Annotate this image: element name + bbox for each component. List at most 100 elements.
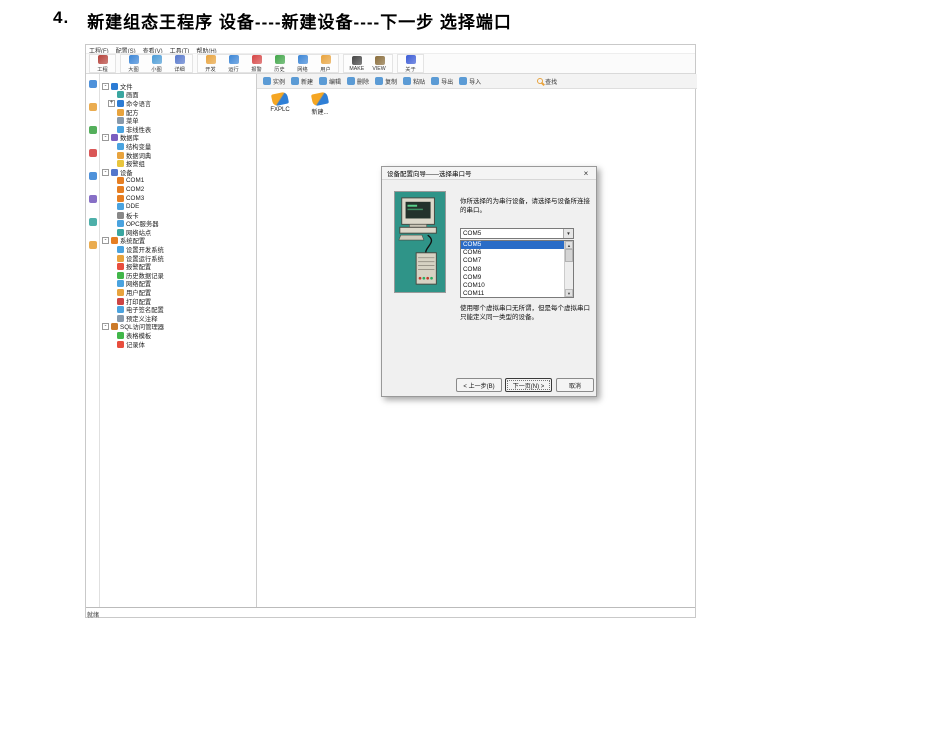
- tree-item[interactable]: -设备: [100, 168, 256, 177]
- history-button[interactable]: 历史: [269, 55, 290, 73]
- tree-item[interactable]: 板卡: [100, 211, 256, 220]
- tree-item[interactable]: 配方: [100, 108, 256, 117]
- back-button[interactable]: < 上一步(B): [456, 378, 502, 392]
- menu-item[interactable]: 查看(V): [143, 46, 163, 52]
- data-dictionary-icon: [117, 152, 124, 159]
- expander-icon[interactable]: -: [102, 83, 109, 90]
- tree-item[interactable]: COM2: [100, 185, 256, 194]
- dde-icon: [117, 203, 124, 210]
- new-device-item[interactable]: 新建...: [305, 93, 335, 116]
- alarm-button[interactable]: 报警: [246, 55, 267, 73]
- tree-item[interactable]: 设置运行系统: [100, 254, 256, 263]
- menu-item[interactable]: 帮助(H): [196, 46, 216, 52]
- tree-item[interactable]: OPC服务器: [100, 220, 256, 229]
- run-button[interactable]: 运行: [223, 55, 244, 73]
- expander-icon[interactable]: -: [102, 237, 109, 244]
- port-option[interactable]: COM10: [461, 282, 564, 290]
- chevron-down-icon[interactable]: ▼: [563, 229, 573, 238]
- view-button[interactable]: VIEW: [369, 56, 390, 72]
- tree-item[interactable]: 报警组: [100, 159, 256, 168]
- side-strip-icon[interactable]: [89, 172, 97, 180]
- scroll-down-icon[interactable]: ▼: [565, 289, 573, 297]
- tree-item[interactable]: 网络配置: [100, 280, 256, 289]
- copy-button[interactable]: 复制: [375, 77, 397, 86]
- expander-icon[interactable]: +: [108, 100, 115, 107]
- tree-item[interactable]: 结构变量: [100, 142, 256, 151]
- close-icon[interactable]: ×: [581, 169, 591, 178]
- port-option[interactable]: COM11: [461, 290, 564, 298]
- network-config-icon: [117, 280, 124, 287]
- search-button[interactable]: 查找: [537, 77, 557, 86]
- tree-item[interactable]: 电子签名配置: [100, 305, 256, 314]
- tree-item[interactable]: 历史数据记录: [100, 271, 256, 280]
- tree-item[interactable]: -文件: [100, 82, 256, 91]
- tree-item[interactable]: -数据库: [100, 134, 256, 143]
- project-button[interactable]: 工程: [92, 55, 113, 73]
- make-button[interactable]: MAKE: [346, 56, 367, 72]
- port-combobox[interactable]: COM5 ▼: [460, 228, 574, 239]
- tree-item[interactable]: 预定义注释: [100, 314, 256, 323]
- develop-button[interactable]: 开发: [200, 55, 221, 73]
- tree-item[interactable]: 报警配置: [100, 262, 256, 271]
- tree-item[interactable]: -系统配置: [100, 237, 256, 246]
- screens-icon: [117, 91, 124, 98]
- scroll-up-icon[interactable]: ▲: [565, 241, 573, 249]
- expander-icon[interactable]: -: [102, 169, 109, 176]
- alarm-group-icon: [117, 160, 124, 167]
- instance-button[interactable]: 实例: [263, 77, 285, 86]
- tree-item[interactable]: 表格模板: [100, 331, 256, 340]
- menu-item[interactable]: 配置(S): [116, 46, 136, 52]
- expander-icon[interactable]: -: [102, 323, 109, 330]
- side-strip-icon[interactable]: [89, 241, 97, 249]
- fxplc-device-item[interactable]: FXPLC: [265, 93, 295, 113]
- tree-item[interactable]: -SQL访问管理器: [100, 323, 256, 332]
- next-button[interactable]: 下一页(N) >: [505, 378, 552, 392]
- table-template-icon: [117, 332, 124, 339]
- tree-item[interactable]: 画面: [100, 91, 256, 100]
- import-button[interactable]: 导入: [459, 77, 481, 86]
- port-combobox-value: COM5: [461, 230, 563, 237]
- paste-button[interactable]: 粘贴: [403, 77, 425, 86]
- tree-item[interactable]: 设置开发系统: [100, 245, 256, 254]
- tree-item[interactable]: 用户配置: [100, 288, 256, 297]
- side-strip-icon[interactable]: [89, 126, 97, 134]
- tree-item[interactable]: 记录体: [100, 340, 256, 349]
- port-option[interactable]: COM6: [461, 249, 564, 257]
- tree-item[interactable]: +命令语言: [100, 99, 256, 108]
- side-strip-icon[interactable]: [89, 103, 97, 111]
- new-button[interactable]: 新建: [291, 77, 313, 86]
- tree-item[interactable]: 打印配置: [100, 297, 256, 306]
- scrollbar-track[interactable]: [565, 249, 573, 289]
- user-button[interactable]: 用户: [315, 55, 336, 73]
- scrollbar-thumb[interactable]: [565, 249, 573, 262]
- tree-item[interactable]: 数据词典: [100, 151, 256, 160]
- tree-item[interactable]: 菜单: [100, 116, 256, 125]
- delete-button[interactable]: 删除: [347, 77, 369, 86]
- export-button[interactable]: 导出: [431, 77, 453, 86]
- edit-button[interactable]: 编辑: [319, 77, 341, 86]
- port-option[interactable]: COM8: [461, 266, 564, 274]
- dropdown-scrollbar[interactable]: ▲ ▼: [564, 241, 573, 297]
- small-buttons-icon[interactable]: 小图: [146, 55, 167, 73]
- large-buttons-icon[interactable]: 大图: [123, 55, 144, 73]
- side-strip-icon[interactable]: [89, 218, 97, 226]
- port-option[interactable]: COM5: [461, 241, 564, 249]
- tree-item[interactable]: DDE: [100, 202, 256, 211]
- side-strip-icon[interactable]: [89, 80, 97, 88]
- tree-item[interactable]: COM3: [100, 194, 256, 203]
- about-button[interactable]: 关于: [400, 55, 421, 73]
- network-button[interactable]: 网络: [292, 55, 313, 73]
- tree-item[interactable]: COM1: [100, 177, 256, 186]
- tree-item[interactable]: 网络站点: [100, 228, 256, 237]
- menu-item[interactable]: 工具(T): [170, 46, 190, 52]
- details-button[interactable]: 详细: [169, 55, 190, 73]
- port-option[interactable]: COM7: [461, 257, 564, 265]
- struct-variable-icon: [117, 143, 124, 150]
- cancel-button[interactable]: 取消: [556, 378, 594, 392]
- port-option[interactable]: COM9: [461, 274, 564, 282]
- side-strip-icon[interactable]: [89, 195, 97, 203]
- menu-item[interactable]: 工程(F): [89, 46, 109, 52]
- tree-item[interactable]: 非线性表: [100, 125, 256, 134]
- expander-icon[interactable]: -: [102, 134, 109, 141]
- side-strip-icon[interactable]: [89, 149, 97, 157]
